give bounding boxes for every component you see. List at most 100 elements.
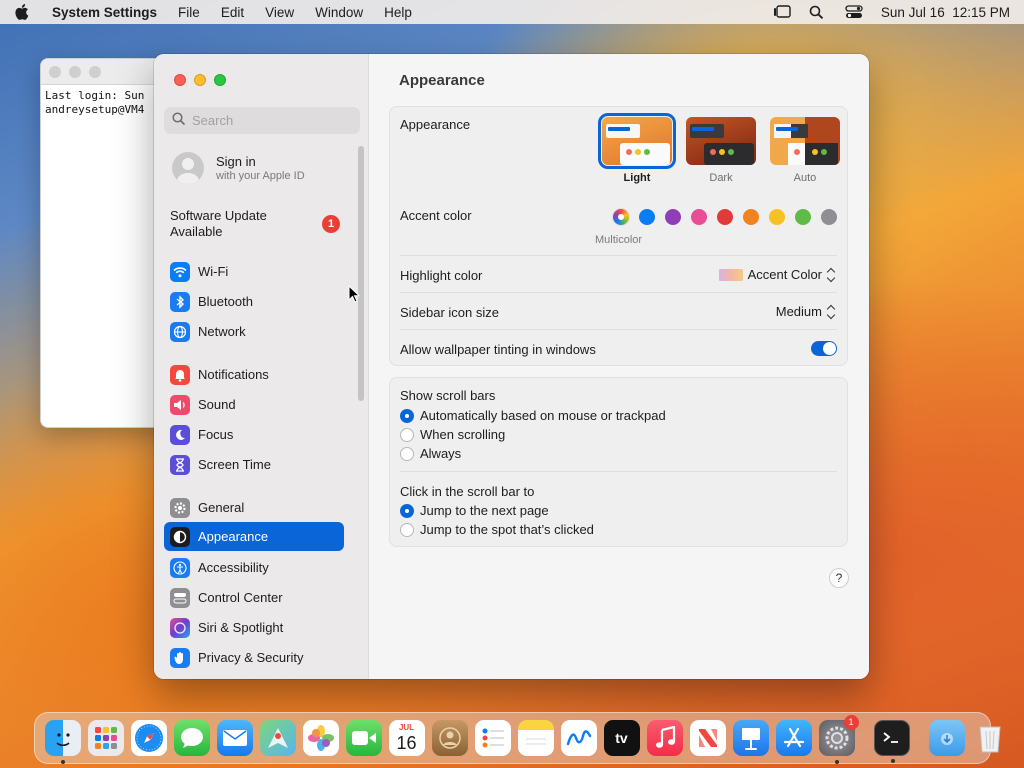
accent-graphite-swatch[interactable] xyxy=(821,209,837,225)
jump-to-spot-option[interactable]: Jump to the spot that’s clicked xyxy=(400,522,594,537)
apple-id-signin[interactable]: Sign in with your Apple ID xyxy=(172,152,305,184)
finder-icon[interactable] xyxy=(44,720,81,764)
notes-icon[interactable] xyxy=(517,720,554,756)
reminders-icon[interactable] xyxy=(474,720,511,756)
sidebar-scroll-thumb[interactable] xyxy=(358,146,364,401)
app-store-icon[interactable] xyxy=(775,720,812,756)
sidebar-item-accessibility[interactable]: Accessibility xyxy=(164,553,344,582)
trash-icon[interactable] xyxy=(972,720,1008,756)
close-button[interactable] xyxy=(174,74,186,86)
appearance-settings-panel: Appearance Light Dark Auto Accent color … xyxy=(389,106,848,366)
terminal-close-button[interactable] xyxy=(49,65,61,78)
menu-bar: System Settings File Edit View Window He… xyxy=(0,0,1024,24)
light-mode-preview[interactable] xyxy=(598,113,676,169)
globe-icon xyxy=(170,321,190,342)
accent-green-swatch[interactable] xyxy=(795,209,811,225)
toggles-icon xyxy=(170,587,190,608)
search-input[interactable] xyxy=(192,113,342,128)
menu-app-name[interactable]: System Settings xyxy=(52,5,157,20)
jump-next-page-option[interactable]: Jump to the next page xyxy=(400,503,549,518)
sidebar-item-general[interactable]: General xyxy=(164,493,344,522)
sidebar-item-focus[interactable]: Focus xyxy=(164,420,344,449)
terminal-minimize-button[interactable] xyxy=(69,65,81,78)
signin-subtitle: with your Apple ID xyxy=(216,170,305,182)
apple-menu-icon[interactable] xyxy=(14,4,30,20)
terminal-icon[interactable] xyxy=(873,720,910,763)
music-icon[interactable] xyxy=(646,720,683,756)
system-settings-dock-icon[interactable]: 1 xyxy=(818,715,859,764)
sidebar-item-wifi[interactable]: Wi-Fi xyxy=(164,257,344,286)
accent-multicolor-swatch[interactable] xyxy=(613,209,629,225)
launchpad-icon[interactable] xyxy=(87,720,124,756)
sidebar-item-siri-spotlight[interactable]: Siri & Spotlight xyxy=(164,613,344,642)
radio-button[interactable] xyxy=(400,522,414,537)
wallpaper-tinting-toggle[interactable] xyxy=(811,341,837,356)
terminal-zoom-button[interactable] xyxy=(89,65,101,78)
scroll-bars-auto-option[interactable]: Automatically based on mouse or trackpad xyxy=(400,408,666,423)
calendar-icon[interactable]: JUL 16 xyxy=(388,720,425,756)
help-button[interactable]: ? xyxy=(829,568,849,588)
zoom-button[interactable] xyxy=(214,74,226,86)
sidebar-scrollbar[interactable] xyxy=(358,146,364,401)
sidebar-item-notifications[interactable]: Notifications xyxy=(164,360,344,389)
sidebar-item-privacy-security[interactable]: Privacy & Security xyxy=(164,643,344,672)
sidebar-item-network[interactable]: Network xyxy=(164,317,344,346)
sidebar-item-sound[interactable]: Sound xyxy=(164,390,344,419)
photos-icon[interactable] xyxy=(302,720,339,756)
divider xyxy=(400,329,837,330)
freeform-icon[interactable] xyxy=(560,720,597,756)
highlight-color-value: Accent Color xyxy=(747,267,822,282)
stage-manager-icon[interactable] xyxy=(773,5,791,19)
dock: JUL 16 tv 1 xyxy=(34,712,1001,764)
keynote-icon[interactable] xyxy=(732,720,769,756)
mail-icon[interactable] xyxy=(216,720,253,756)
accent-pink-swatch[interactable] xyxy=(691,209,707,225)
menu-help[interactable]: Help xyxy=(384,5,412,20)
divider xyxy=(400,255,837,256)
hourglass-icon xyxy=(170,454,190,475)
downloads-folder-icon[interactable] xyxy=(928,720,965,756)
appearance-option-auto[interactable]: Auto xyxy=(769,117,841,184)
sidebar-item-appearance[interactable]: Appearance xyxy=(164,522,344,551)
menu-clock[interactable]: Sun Jul 16 12:15 PM xyxy=(881,5,1010,20)
contacts-icon[interactable] xyxy=(431,720,468,756)
accent-blue-swatch[interactable] xyxy=(639,209,655,225)
dark-mode-preview[interactable] xyxy=(686,117,756,165)
radio-label: Automatically based on mouse or trackpad xyxy=(420,408,666,423)
scroll-bars-when-scrolling-option[interactable]: When scrolling xyxy=(400,427,505,442)
menu-file[interactable]: File xyxy=(178,5,200,20)
radio-button[interactable] xyxy=(400,446,414,461)
appearance-option-dark[interactable]: Dark xyxy=(685,117,757,184)
news-icon[interactable] xyxy=(689,720,726,756)
radio-button[interactable] xyxy=(400,503,414,518)
accent-yellow-swatch[interactable] xyxy=(769,209,785,225)
apple-tv-icon[interactable]: tv xyxy=(603,720,640,756)
appearance-option-light[interactable]: Light xyxy=(598,113,676,184)
menu-view[interactable]: View xyxy=(265,5,294,20)
sidebar-item-bluetooth[interactable]: Bluetooth xyxy=(164,287,344,316)
spotlight-search-icon[interactable] xyxy=(809,5,827,19)
safari-icon[interactable] xyxy=(130,720,167,756)
accent-orange-swatch[interactable] xyxy=(743,209,759,225)
accent-purple-swatch[interactable] xyxy=(665,209,681,225)
maps-icon[interactable] xyxy=(259,720,296,756)
minimize-button[interactable] xyxy=(194,74,206,86)
radio-button[interactable] xyxy=(400,408,414,423)
running-indicator xyxy=(60,760,65,764)
terminal-window[interactable]: Last login: Sun andreysetup@VM4 xyxy=(40,58,170,428)
sidebar-icon-size-popup[interactable]: Medium xyxy=(776,304,837,319)
menu-edit[interactable]: Edit xyxy=(221,5,244,20)
highlight-color-popup[interactable]: Accent Color xyxy=(718,267,837,282)
accent-red-swatch[interactable] xyxy=(717,209,733,225)
auto-mode-preview[interactable] xyxy=(770,117,840,165)
menu-window[interactable]: Window xyxy=(315,5,363,20)
sidebar-item-screen-time[interactable]: Screen Time xyxy=(164,450,344,479)
software-update-item[interactable]: Software Update Available 1 xyxy=(170,208,340,240)
scroll-bars-always-option[interactable]: Always xyxy=(400,446,461,461)
control-center-icon[interactable] xyxy=(845,5,863,19)
radio-button[interactable] xyxy=(400,427,414,442)
facetime-icon[interactable] xyxy=(345,720,382,756)
sidebar-item-control-center[interactable]: Control Center xyxy=(164,583,344,612)
messages-icon[interactable] xyxy=(173,720,210,756)
divider xyxy=(400,471,837,472)
